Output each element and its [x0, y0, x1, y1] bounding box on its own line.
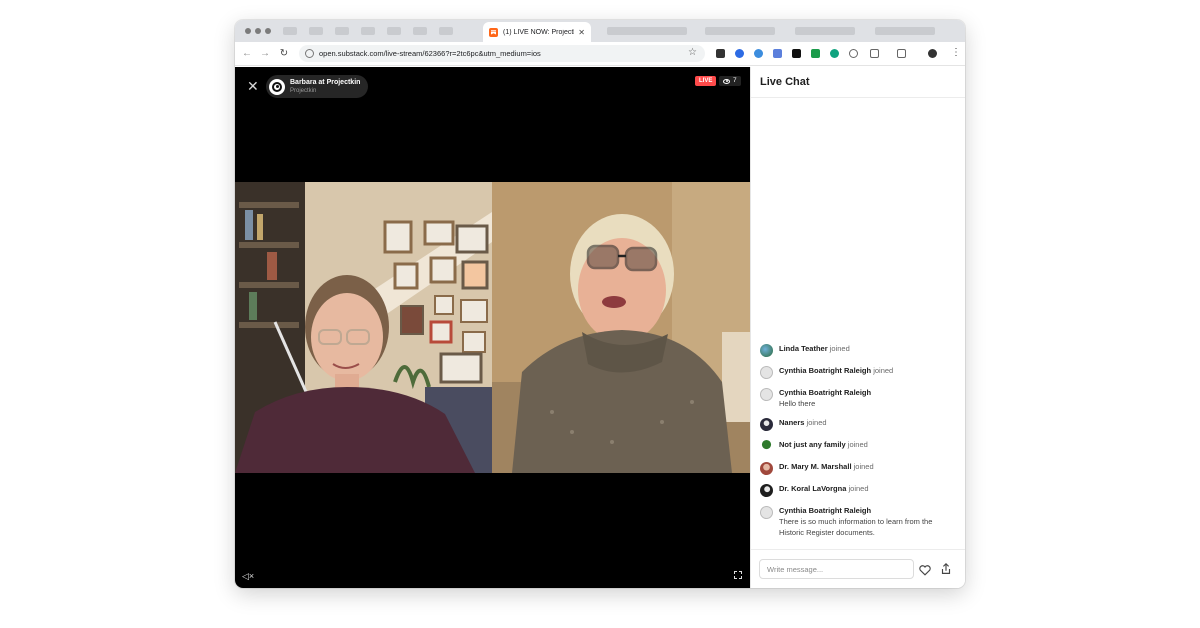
- participant-video-left: [235, 182, 492, 473]
- background-tab[interactable]: [387, 27, 401, 35]
- background-tab[interactable]: [309, 27, 323, 35]
- extension-chat-icon[interactable]: [754, 49, 763, 58]
- viewer-count: 7: [733, 77, 737, 84]
- chat-message: Cynthia Boatright Raleigh joined: [751, 365, 965, 379]
- chat-text: There is so much information to learn fr…: [779, 517, 933, 537]
- chat-author: Dr. Mary M. Marshall: [779, 462, 852, 471]
- chat-author: Dr. Koral LaVorgna: [779, 484, 847, 493]
- tab-title: (1) LIVE NOW: Projectki: [503, 28, 575, 36]
- background-tab[interactable]: [335, 27, 349, 35]
- chat-message: Naners joined: [751, 417, 965, 431]
- substack-favicon-icon: [489, 27, 498, 37]
- extension-notion-icon[interactable]: [716, 49, 725, 58]
- address-bar[interactable]: open.substack.com/live-stream/62366?r=2t…: [299, 45, 705, 62]
- side-panel-icon[interactable]: [897, 49, 906, 58]
- host-name: Barbara at Projectkin: [290, 79, 361, 86]
- background-tab[interactable]: [607, 27, 687, 35]
- browser-menu-icon[interactable]: ⋮: [951, 47, 961, 59]
- avatar: [760, 484, 773, 497]
- chat-text: Hello there: [779, 399, 816, 408]
- participant-left-illustration: [235, 182, 492, 473]
- forward-icon[interactable]: →: [259, 47, 271, 61]
- chat-author: Linda Teather: [779, 344, 828, 353]
- viewer-count-badge: 7: [719, 76, 741, 86]
- avatar: [760, 366, 773, 379]
- heart-icon[interactable]: [918, 563, 932, 577]
- mute-icon[interactable]: ◁×: [242, 571, 254, 582]
- share-icon[interactable]: [939, 562, 953, 576]
- zoom-window-button[interactable]: [265, 28, 271, 34]
- chat-action: joined: [829, 344, 850, 353]
- chat-message: Dr. Koral LaVorgna joined: [751, 483, 965, 497]
- chat-action: joined: [853, 462, 874, 471]
- eye-icon: [723, 78, 730, 84]
- avatar: [760, 388, 773, 401]
- extension-password-icon[interactable]: [735, 49, 744, 58]
- background-tab[interactable]: [795, 27, 855, 35]
- chat-author: Naners: [779, 418, 805, 427]
- chat-title: Live Chat: [751, 67, 965, 98]
- site-info-icon[interactable]: [305, 49, 314, 58]
- extension-translate-icon[interactable]: [773, 49, 782, 58]
- chat-message: Cynthia Boatright Raleigh Hello there: [751, 387, 965, 409]
- zoom-icon[interactable]: [849, 49, 858, 58]
- chat-action: joined: [806, 418, 827, 427]
- extension-grammarly-icon[interactable]: [811, 49, 820, 58]
- projectkin-logo-icon: [269, 78, 285, 95]
- extension-ai-icon[interactable]: [830, 49, 839, 58]
- avatar: [760, 462, 773, 475]
- host-badge[interactable]: Barbara at Projectkin Projectkin: [266, 75, 368, 98]
- message-input[interactable]: [759, 559, 914, 579]
- chat-author: Not just any family: [779, 440, 846, 449]
- avatar: [760, 418, 773, 431]
- tab-strip: (1) LIVE NOW: Projectki ✕: [235, 20, 965, 42]
- chat-message: Not just any family joined: [751, 439, 965, 453]
- extensions-puzzle-icon[interactable]: [870, 49, 879, 58]
- tab-close-icon[interactable]: ✕: [578, 28, 585, 37]
- chat-composer: [751, 549, 965, 588]
- minimize-window-button[interactable]: [255, 28, 261, 34]
- background-tab[interactable]: [705, 27, 775, 35]
- browser-toolbar: ← → ↻ open.substack.com/live-stream/6236…: [235, 42, 965, 66]
- live-badge: LIVE: [695, 76, 717, 86]
- avatar: [760, 440, 773, 453]
- browser-window: (1) LIVE NOW: Projectki ✕ ← → ↻ open.sub…: [235, 20, 965, 588]
- close-window-button[interactable]: [245, 28, 251, 34]
- bookmark-star-icon[interactable]: ☆: [688, 47, 697, 58]
- chat-message-list: Linda Teather joined Cynthia Boatright R…: [751, 343, 965, 546]
- chat-message: Dr. Mary M. Marshall joined: [751, 461, 965, 475]
- background-tab[interactable]: [875, 27, 935, 35]
- tab-live-now[interactable]: (1) LIVE NOW: Projectki ✕: [483, 22, 591, 42]
- url-text[interactable]: open.substack.com/live-stream/62366?r=2t…: [319, 49, 541, 58]
- participant-video-right: [492, 182, 750, 473]
- back-icon[interactable]: ←: [241, 47, 253, 61]
- chat-action: joined: [847, 440, 868, 449]
- chat-author: Cynthia Boatright Raleigh: [779, 366, 872, 375]
- publication-name: Projectkin: [290, 88, 317, 94]
- extension-camera-icon[interactable]: [792, 49, 801, 58]
- background-tab[interactable]: [283, 27, 297, 35]
- video-stage[interactable]: ✕ Barbara at Projectkin Projectkin LIVE …: [235, 67, 750, 588]
- profile-avatar-icon[interactable]: [928, 49, 937, 58]
- avatar: [760, 344, 773, 357]
- chat-message: Cynthia Boatright Raleigh There is so muc…: [751, 505, 965, 538]
- chat-message: Linda Teather joined: [751, 343, 965, 357]
- participant-right-illustration: [492, 182, 750, 473]
- reload-icon[interactable]: ↻: [278, 47, 290, 61]
- live-chat-panel: Live Chat Linda Teather joined Cynthia B…: [750, 67, 965, 588]
- chat-action: joined: [873, 366, 894, 375]
- chat-action: joined: [848, 484, 869, 493]
- chat-author: Cynthia Boatright Raleigh: [779, 388, 872, 397]
- avatar: [760, 506, 773, 519]
- background-tab[interactable]: [413, 27, 427, 35]
- fullscreen-icon[interactable]: [733, 570, 743, 580]
- background-tab[interactable]: [439, 27, 453, 35]
- chat-author: Cynthia Boatright Raleigh: [779, 506, 872, 515]
- background-tab[interactable]: [361, 27, 375, 35]
- close-stream-icon[interactable]: ✕: [247, 79, 259, 93]
